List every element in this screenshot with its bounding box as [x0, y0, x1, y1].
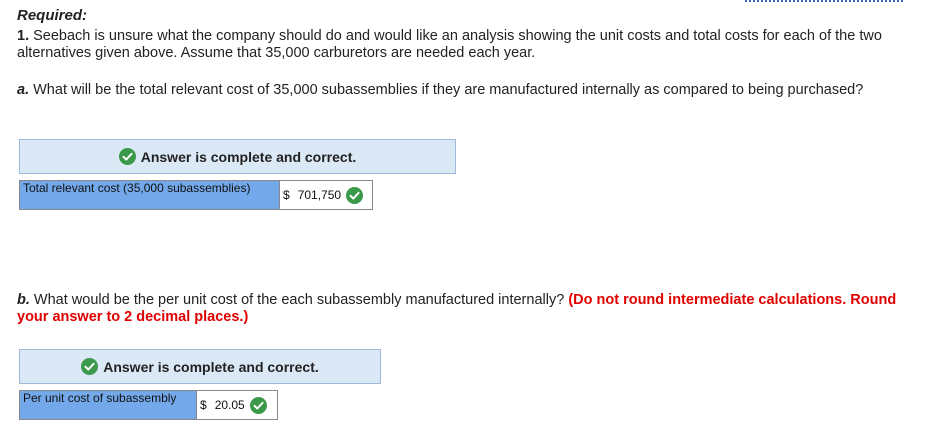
question-a-text: What will be the total relevant cost of … [33, 82, 864, 98]
intro-number: 1. [17, 28, 30, 44]
answer-banner-a-text: Answer is complete and correct. [140, 148, 357, 165]
question-b-letter: b. [17, 292, 30, 308]
check-circle-icon [346, 186, 364, 204]
required-heading: Required: [17, 7, 88, 24]
answer-b-value: 20.05 [214, 398, 245, 412]
answer-row-a-label: Total relevant cost (35,000 subassemblie… [20, 181, 280, 209]
answer-banner-b: Answer is complete and correct. [19, 349, 381, 384]
answer-a-value: 701,750 [297, 188, 342, 202]
answer-b-field[interactable]: $ 20.05 [197, 391, 277, 419]
question-a-letter: a. [17, 82, 30, 98]
check-circle-icon [118, 148, 136, 165]
currency-symbol: $ [283, 188, 290, 202]
answer-row-a: Total relevant cost (35,000 subassemblie… [19, 180, 373, 210]
answer-banner-a: Answer is complete and correct. [19, 139, 456, 174]
question-b: b. What would be the per unit cost of th… [17, 292, 917, 326]
question-b-text: What would be the per unit cost of the e… [33, 292, 565, 308]
focus-outline [745, 0, 903, 2]
intro-paragraph: 1. Seebach is unsure what the company sh… [17, 28, 917, 62]
question-a: a. What will be the total relevant cost … [17, 82, 917, 99]
answer-a-field[interactable]: $ 701,750 [280, 181, 372, 209]
currency-symbol: $ [200, 398, 207, 412]
answer-row-b: Per unit cost of subassembly $ 20.05 [19, 390, 278, 420]
intro-text: Seebach is unsure what the company shoul… [17, 28, 882, 61]
assignment-page: Required: 1. Seebach is unsure what the … [0, 0, 928, 445]
check-circle-icon [249, 396, 267, 414]
answer-banner-b-text: Answer is complete and correct. [103, 358, 319, 375]
answer-row-b-label: Per unit cost of subassembly [20, 391, 197, 419]
check-circle-icon [81, 358, 99, 375]
